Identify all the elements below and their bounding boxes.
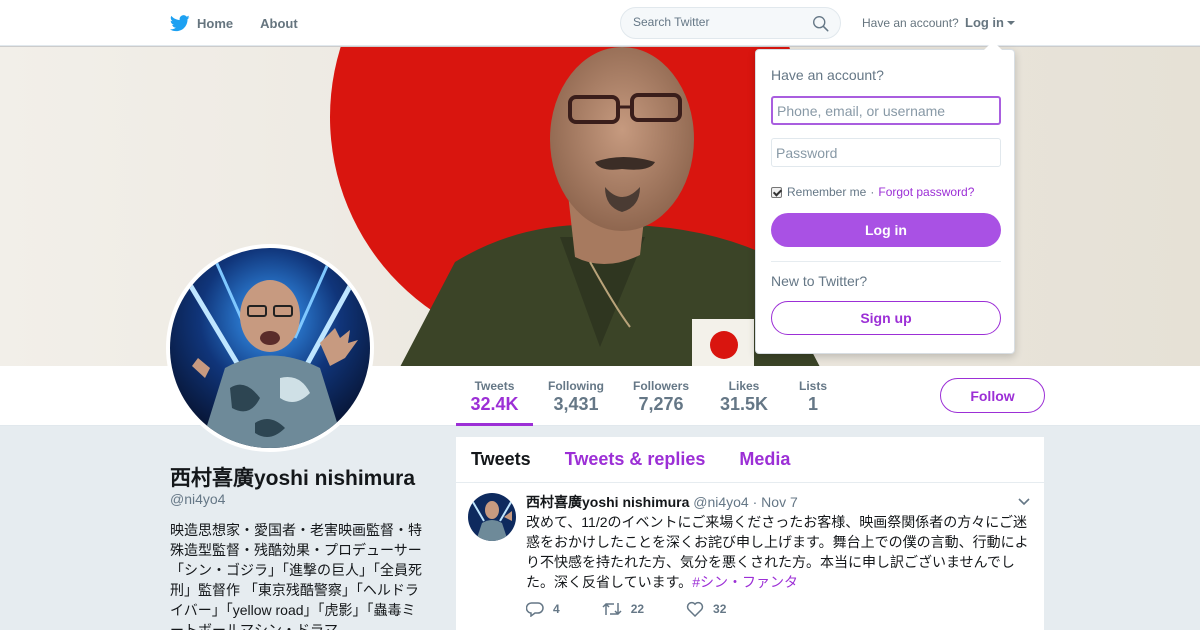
tweet-actions: 4 22 32: [526, 601, 748, 617]
retweet-count: 22: [630, 602, 645, 616]
stat-tweets-value: 32.4K: [470, 394, 519, 414]
retweet-icon: [602, 602, 622, 616]
profile-handle: @ni4yo4: [170, 491, 226, 507]
remember-separator: ·: [870, 185, 875, 199]
like-count: 32: [713, 602, 727, 616]
login-dropdown: Have an account? Remember me · Forgot pa…: [755, 41, 1015, 354]
login-dropdown-toggle[interactable]: Log in: [965, 15, 1015, 30]
dropdown-divider: [771, 261, 1001, 262]
forgot-password-link[interactable]: Forgot password?: [878, 185, 974, 199]
stat-likes-label: Likes: [728, 379, 760, 393]
username-field[interactable]: [771, 96, 1001, 125]
signup-button[interactable]: Sign up: [771, 301, 1001, 335]
password-field[interactable]: [771, 138, 1001, 167]
stat-lists[interactable]: Lists 1: [785, 366, 841, 426]
nav-home-link[interactable]: Home: [170, 0, 233, 46]
reply-count: 4: [553, 602, 560, 616]
login-button[interactable]: Log in: [771, 213, 1001, 247]
remember-row: Remember me · Forgot password?: [771, 185, 974, 199]
stat-likes-value: 31.5K: [720, 394, 769, 414]
twitter-bird-icon: [170, 14, 190, 31]
tweet-item[interactable]: 西村喜廣yoshi nishimura @ni4yo4 · Nov 7 改めて、…: [456, 483, 1044, 630]
follow-button[interactable]: Follow: [940, 378, 1045, 413]
dropdown-title: Have an account?: [771, 67, 884, 83]
stat-followers-label: Followers: [633, 379, 690, 393]
timeline: Tweets Tweets & replies Media 西村喜廣yoshi …: [456, 437, 1044, 630]
tab-media[interactable]: Media: [739, 449, 790, 470]
stat-tweets[interactable]: Tweets 32.4K: [456, 366, 533, 426]
profile-bio: 映造思想家・愛国者・老害映画監督・特殊造型監督・残酷効果・プロデューサー「シン・…: [170, 522, 422, 630]
tweet-avatar[interactable]: [468, 493, 516, 541]
profile-avatar[interactable]: [166, 244, 374, 452]
stat-following[interactable]: Following 3,431: [534, 366, 618, 426]
timeline-tabs: Tweets Tweets & replies Media: [456, 437, 1044, 483]
nav-home-label: Home: [197, 15, 234, 31]
new-to-twitter-text: New to Twitter?: [771, 273, 868, 289]
search-input[interactable]: [633, 15, 803, 29]
stat-following-label: Following: [548, 379, 604, 393]
tweet-header: 西村喜廣yoshi nishimura @ni4yo4 · Nov 7: [526, 492, 798, 512]
nav-left: Home About: [170, 0, 325, 46]
stat-followers[interactable]: Followers 7,276: [619, 366, 703, 426]
reply-icon: [526, 602, 544, 617]
remember-checkbox[interactable]: [771, 186, 782, 198]
tweet-author-handle[interactable]: @ni4yo4: [693, 494, 748, 510]
tweet-text: 改めて、11/2のイベントにご来場くださったお客様、映画祭関係者の方々にご迷惑を…: [526, 512, 1031, 592]
heart-icon: [686, 601, 704, 617]
caret-down-icon: [1007, 21, 1015, 25]
retweet-action[interactable]: 22: [602, 601, 644, 617]
stat-following-value: 3,431: [553, 394, 599, 414]
tweet-separator: ·: [752, 494, 758, 510]
nav-about-label: About: [260, 15, 298, 31]
dropdown-arrow: [984, 41, 1002, 50]
login-link-label: Log in: [965, 15, 1004, 30]
stat-tweets-label: Tweets: [474, 379, 515, 393]
like-action[interactable]: 32: [686, 601, 726, 617]
stat-lists-value: 1: [807, 394, 818, 414]
stat-followers-value: 7,276: [638, 394, 684, 414]
stat-likes[interactable]: Likes 31.5K: [706, 366, 782, 426]
top-navigation-bar: Home About Have an account? Log in: [0, 0, 1200, 46]
search-box: [620, 7, 841, 39]
reply-action[interactable]: 4: [526, 601, 560, 617]
stat-lists-label: Lists: [799, 379, 828, 393]
remember-label[interactable]: Remember me: [787, 185, 866, 199]
tab-tweets[interactable]: Tweets: [471, 449, 531, 470]
tweet-date[interactable]: Nov 7: [761, 494, 798, 510]
profile-name: 西村喜廣yoshi nishimura: [170, 467, 416, 490]
tab-tweets-replies[interactable]: Tweets & replies: [565, 449, 706, 470]
chevron-down-icon[interactable]: [1018, 498, 1030, 506]
nav-about-link[interactable]: About: [260, 0, 298, 46]
tweet-hashtag[interactable]: #シン・ファンタ: [692, 574, 798, 590]
search-icon[interactable]: [812, 15, 829, 32]
have-account-text: Have an account?: [862, 16, 959, 30]
tweet-author-name[interactable]: 西村喜廣yoshi nishimura: [526, 494, 689, 510]
